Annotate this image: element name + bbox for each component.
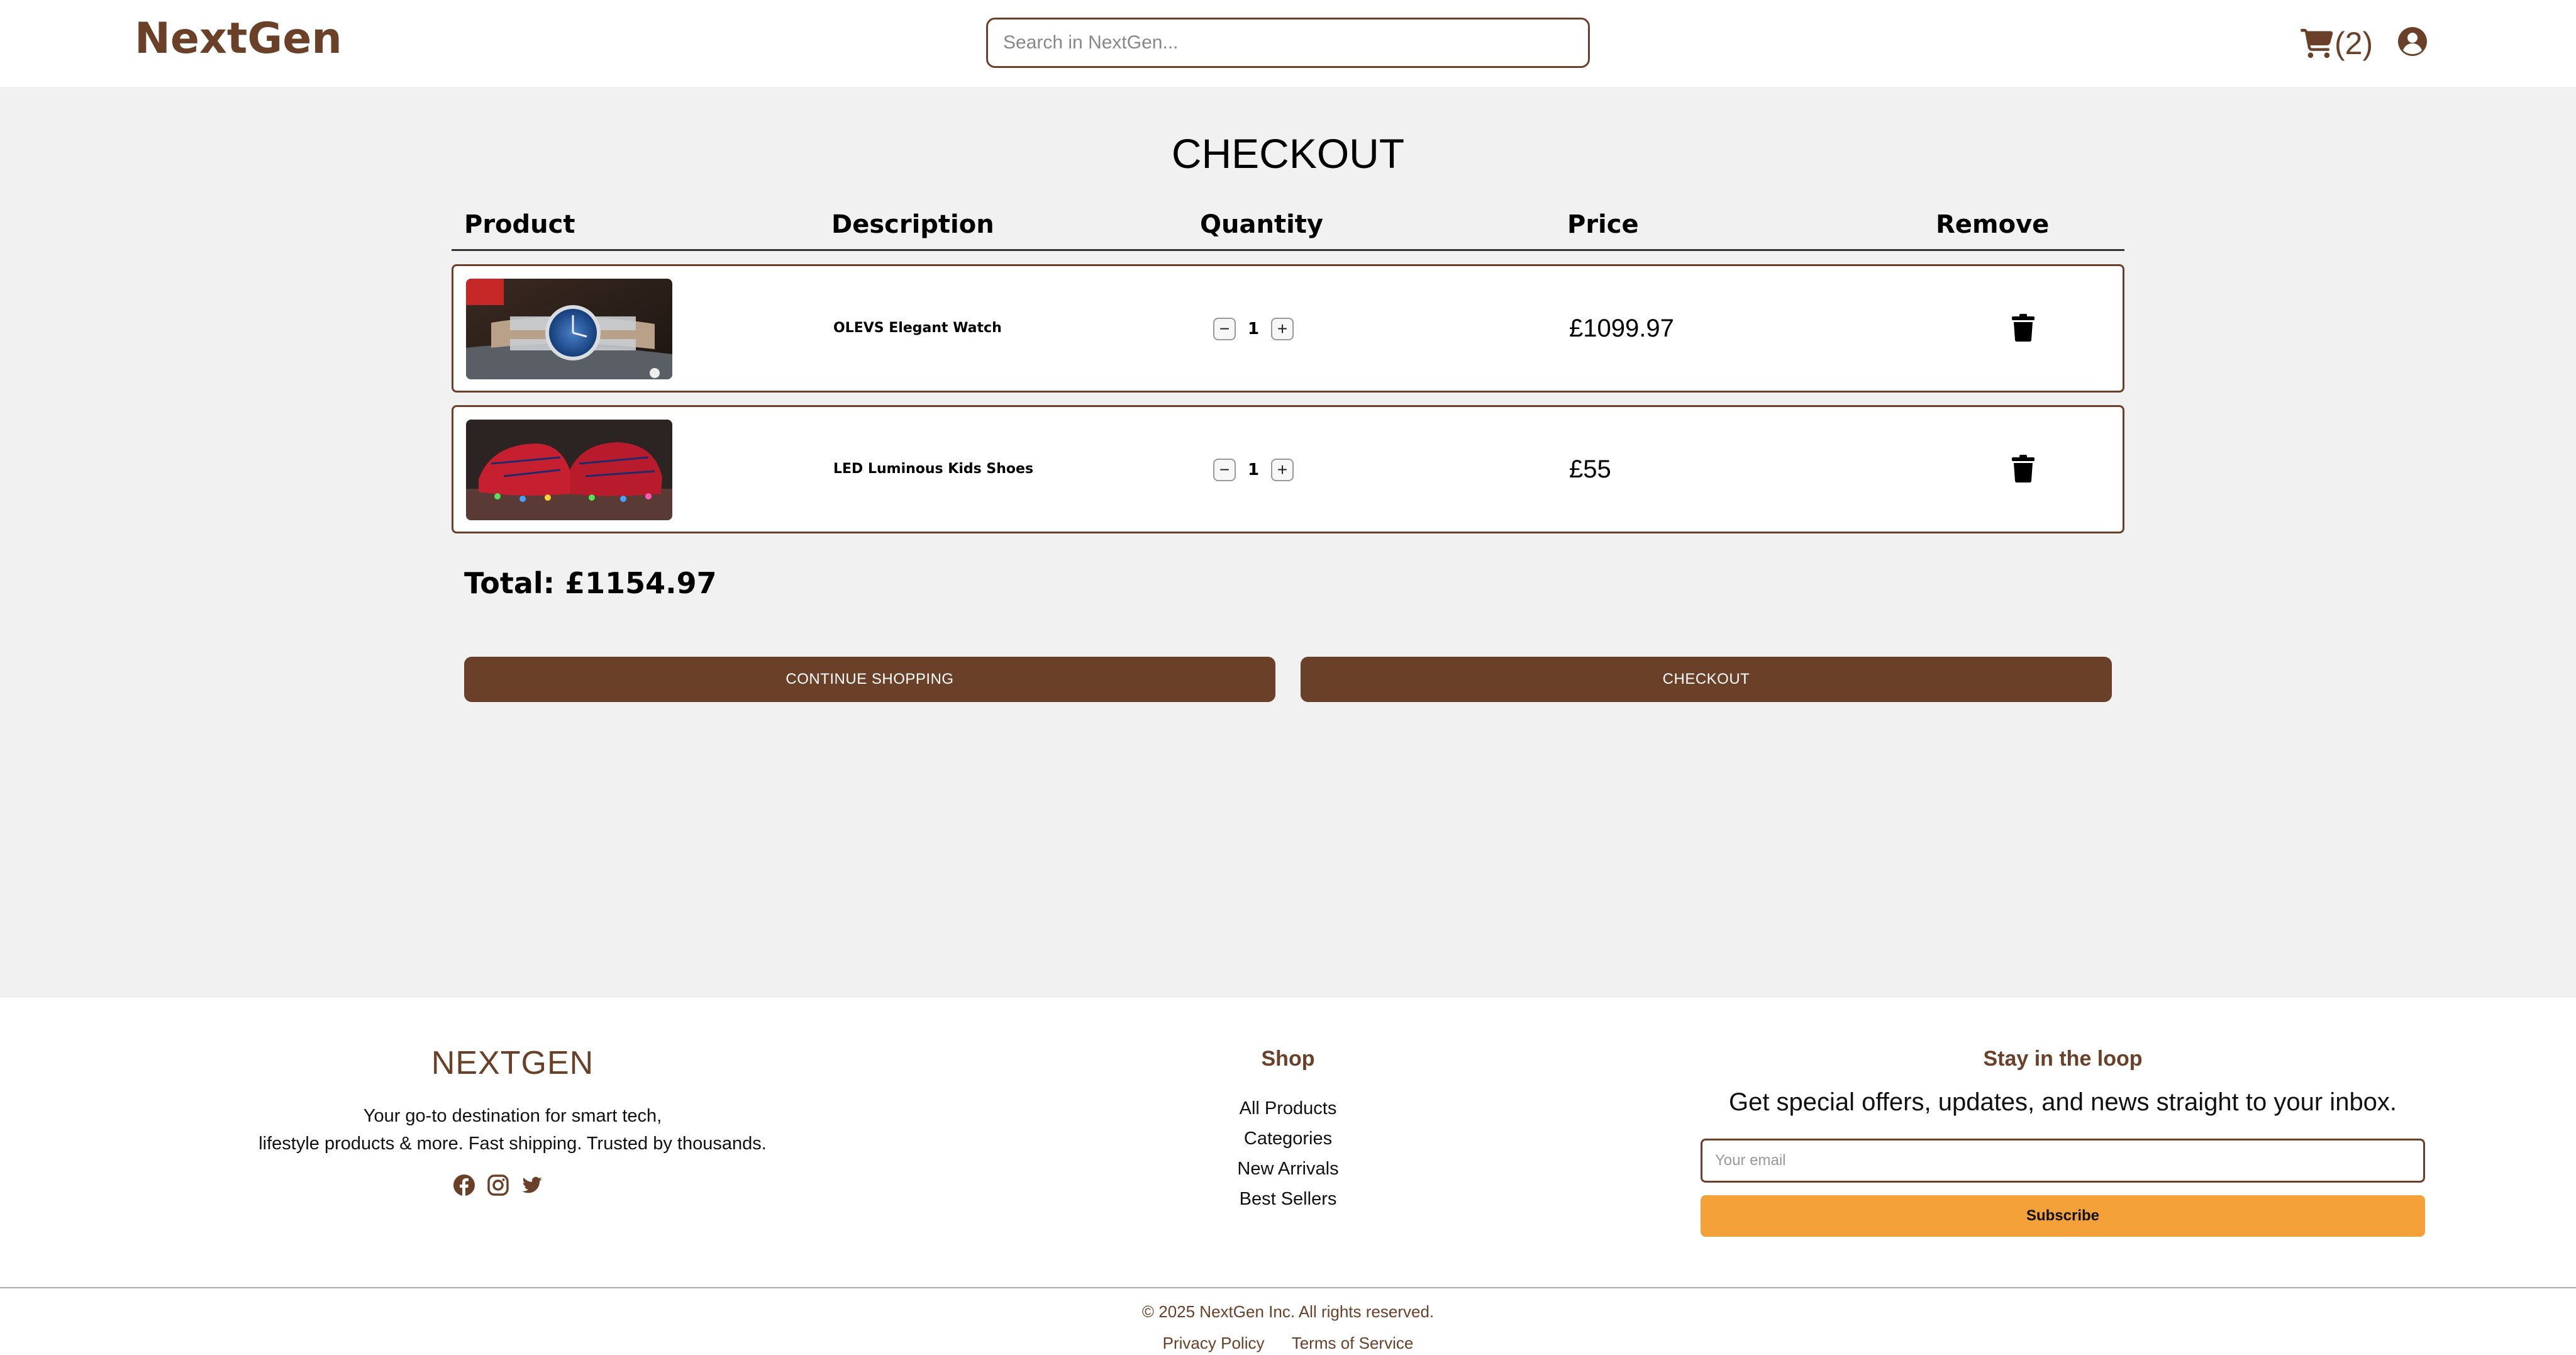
footer-link-categories[interactable]: Categories <box>1162 1124 1414 1154</box>
checkout-button[interactable]: CHECKOUT <box>1301 657 2112 702</box>
quantity-stepper: − 1 + <box>1213 316 1294 342</box>
quantity-value: 1 <box>1247 320 1260 338</box>
shoes-image <box>466 420 672 520</box>
footer-tagline: Your go-to destination for smart tech, l… <box>0 1102 1025 1157</box>
cart-row: LED Luminous Kids Shoes − 1 + £55 <box>452 405 2124 533</box>
subscribe-button[interactable]: Subscribe <box>1701 1195 2425 1237</box>
facebook-icon[interactable] <box>453 1174 475 1196</box>
product-name: OLEVS Elegant Watch <box>833 320 1002 336</box>
copyright-text: © 2025 NextGen Inc. All rights reserved. <box>1141 1302 1435 1321</box>
footer-link-best-sellers[interactable]: Best Sellers <box>1162 1184 1414 1214</box>
user-circle-icon[interactable] <box>2397 26 2428 57</box>
increase-quantity-button[interactable]: + <box>1271 318 1294 340</box>
newsletter-subtext: Get special offers, updates, and news st… <box>1728 1088 2397 1116</box>
column-header-quantity: Quantity <box>1200 210 1323 239</box>
quantity-stepper: − 1 + <box>1213 457 1294 482</box>
footer-link-new-arrivals[interactable]: New Arrivals <box>1162 1154 1414 1184</box>
privacy-policy-link[interactable]: Privacy Policy <box>1163 1334 1265 1352</box>
social-links <box>453 1174 543 1196</box>
trash-icon[interactable] <box>2012 314 2035 342</box>
footer-shop-links: All Products Categories New Arrivals Bes… <box>1162 1093 1414 1214</box>
table-header-divider <box>452 249 2124 251</box>
footer-shop-heading: Shop <box>1261 1047 1315 1071</box>
terms-of-service-link[interactable]: Terms of Service <box>1292 1334 1414 1352</box>
column-header-price: Price <box>1567 210 1639 239</box>
instagram-icon[interactable] <box>487 1174 509 1196</box>
decrease-quantity-button[interactable]: − <box>1213 318 1236 340</box>
footer-tagline-line: Your go-to destination for smart tech, <box>363 1106 662 1126</box>
decrease-quantity-button[interactable]: − <box>1213 459 1236 481</box>
newsletter-heading: Stay in the loop <box>1983 1047 2143 1071</box>
product-price: £55 <box>1569 455 1611 483</box>
quantity-value: 1 <box>1247 460 1260 479</box>
footer-divider <box>0 1287 2576 1288</box>
cart-row: OLEVS Elegant Watch − 1 + £1099.97 <box>452 264 2124 393</box>
continue-shopping-button[interactable]: CONTINUE SHOPPING <box>464 657 1275 702</box>
footer-link-all-products[interactable]: All Products <box>1162 1093 1414 1124</box>
cart-icon <box>2301 28 2333 59</box>
order-total: Total: £1154.97 <box>464 566 717 600</box>
twitter-icon[interactable] <box>521 1174 543 1196</box>
email-field[interactable] <box>1701 1139 2425 1183</box>
search-input[interactable] <box>986 18 1590 68</box>
increase-quantity-button[interactable]: + <box>1271 459 1294 481</box>
footer-tagline-line: lifestyle products & more. Fast shipping… <box>258 1134 767 1154</box>
site-logo[interactable]: NextGen <box>135 14 342 64</box>
trash-icon[interactable] <box>2012 455 2035 482</box>
product-name: LED Luminous Kids Shoes <box>833 461 1034 477</box>
product-price: £1099.97 <box>1569 315 1674 342</box>
site-footer: NEXTGEN Your go-to destination for smart… <box>0 998 2576 1355</box>
cart-button[interactable]: (2) <box>2301 21 2373 65</box>
cart-count: (2) <box>2334 26 2373 61</box>
column-header-description: Description <box>831 210 994 239</box>
column-header-remove: Remove <box>1936 210 2050 239</box>
site-header: NextGen (2) <box>0 0 2576 87</box>
footer-brand: NEXTGEN <box>431 1045 594 1081</box>
footer-legal-links: Privacy Policy Terms of Service <box>0 1334 2576 1353</box>
watch-image <box>466 279 672 379</box>
column-header-product: Product <box>464 210 575 239</box>
page-title: CHECKOUT <box>1171 130 1405 177</box>
